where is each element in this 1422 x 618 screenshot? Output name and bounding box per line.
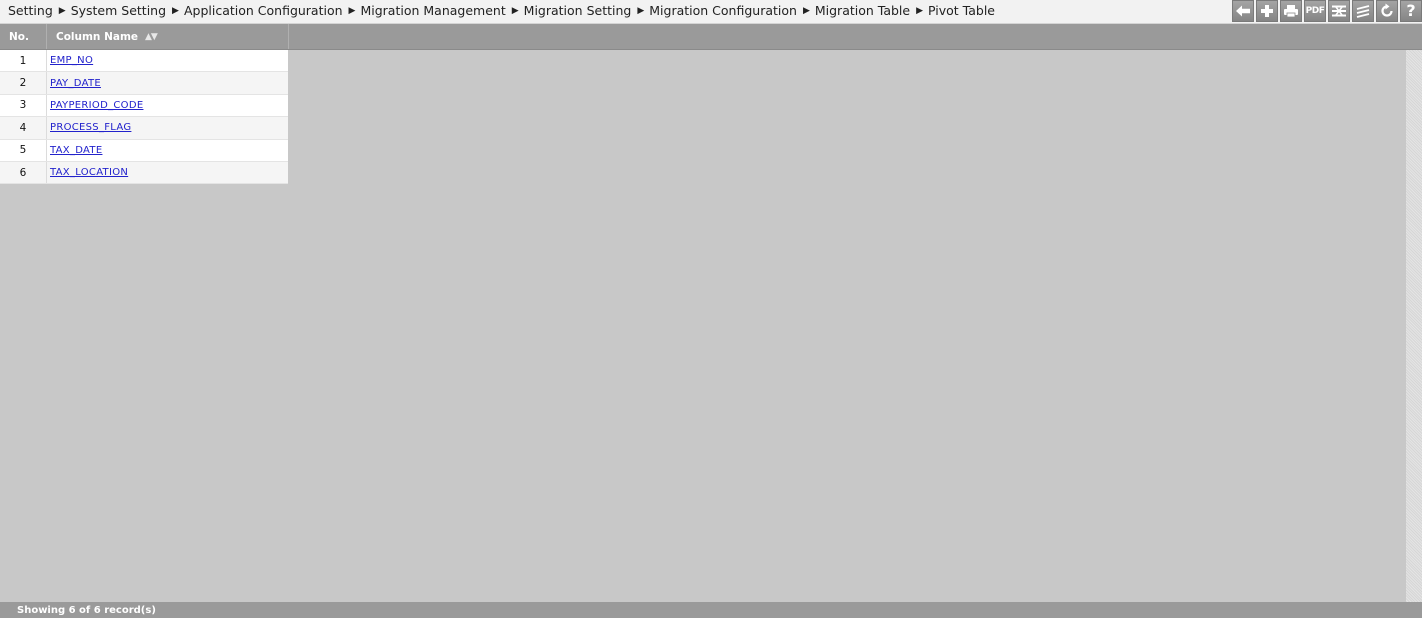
pdf-icon: PDF <box>1305 6 1325 16</box>
column-header-column-name[interactable]: Column Name ▲▼ <box>47 24 289 49</box>
row-number: 5 <box>0 139 47 161</box>
page: Setting ▶ System Setting ▶ Application C… <box>0 0 1422 618</box>
table-row: 1 EMP_NO <box>0 50 288 73</box>
row-column-name-cell: TAX_DATE <box>47 140 288 161</box>
plus-icon <box>1261 5 1273 17</box>
vertical-scrollbar[interactable] <box>1406 50 1422 602</box>
breadcrumb-separator-icon: ▶ <box>172 5 179 16</box>
column-header-no[interactable]: No. <box>0 24 47 49</box>
breadcrumb-item-system-setting[interactable]: System Setting <box>71 3 166 18</box>
column-name-link[interactable]: PROCESS_FLAG <box>50 122 131 133</box>
breadcrumb-separator-icon: ▶ <box>916 5 924 16</box>
breadcrumb-separator-icon: ▶ <box>802 5 810 16</box>
column-name-link[interactable]: EMP_NO <box>50 55 93 66</box>
breadcrumb-separator-icon: ▶ <box>58 5 66 16</box>
breadcrumb: Setting ▶ System Setting ▶ Application C… <box>8 3 995 18</box>
breadcrumb-item-migration-table[interactable]: Migration Table <box>815 3 910 18</box>
table-row: 5 TAX_DATE <box>0 139 288 162</box>
column-name-link[interactable]: TAX_DATE <box>50 145 102 156</box>
column-settings-button[interactable] <box>1328 0 1350 22</box>
refresh-button[interactable] <box>1376 0 1398 22</box>
help-icon: ? <box>1406 1 1416 20</box>
breadcrumb-item-migration-setting[interactable]: Migration Setting <box>524 3 632 18</box>
arrow-left-icon <box>1236 5 1250 17</box>
toolbar: PDF ? <box>1230 0 1422 22</box>
filter-button[interactable] <box>1352 0 1374 22</box>
columns-icon <box>1332 5 1346 17</box>
row-number: 2 <box>0 72 47 94</box>
table-body: 1 EMP_NO 2 PAY_DATE 3 PAYPERIOD_CODE 4 P… <box>0 50 288 185</box>
breadcrumb-separator-icon: ▶ <box>348 5 356 16</box>
table-row: 2 PAY_DATE <box>0 72 288 95</box>
breadcrumb-item-migration-configuration[interactable]: Migration Configuration <box>649 3 797 18</box>
row-column-name-cell: EMP_NO <box>47 50 288 71</box>
status-bar: Showing 6 of 6 record(s) <box>0 602 1422 618</box>
row-number: 6 <box>0 161 47 184</box>
help-button[interactable]: ? <box>1400 0 1422 22</box>
back-button[interactable] <box>1232 0 1254 22</box>
row-number: 4 <box>0 117 47 139</box>
table-row: 4 PROCESS_FLAG <box>0 117 288 140</box>
row-number: 3 <box>0 94 47 117</box>
breadcrumb-separator-icon: ▶ <box>511 5 519 16</box>
breadcrumb-item-migration-management[interactable]: Migration Management <box>360 3 505 18</box>
pdf-button[interactable]: PDF <box>1304 0 1326 22</box>
filter-icon <box>1356 5 1370 18</box>
breadcrumb-separator-icon: ▶ <box>637 5 645 16</box>
row-column-name-cell: PAY_DATE <box>47 72 288 93</box>
row-number: 1 <box>0 50 47 72</box>
column-header-label: Column Name <box>56 30 139 43</box>
top-bar: Setting ▶ System Setting ▶ Application C… <box>0 0 1422 24</box>
add-button[interactable] <box>1256 0 1278 22</box>
column-name-link[interactable]: TAX_LOCATION <box>50 167 128 178</box>
printer-icon <box>1284 5 1298 18</box>
row-column-name-cell: TAX_LOCATION <box>47 162 288 183</box>
refresh-icon <box>1381 3 1393 17</box>
column-name-link[interactable]: PAY_DATE <box>50 78 101 89</box>
row-column-name-cell: PROCESS_FLAG <box>47 117 288 138</box>
breadcrumb-item-pivot-table: Pivot Table <box>928 3 995 18</box>
print-button[interactable] <box>1280 0 1302 22</box>
breadcrumb-item-setting[interactable]: Setting <box>8 3 53 18</box>
column-name-link[interactable]: PAYPERIOD_CODE <box>50 100 143 111</box>
row-column-name-cell: PAYPERIOD_CODE <box>47 95 288 116</box>
sort-arrows-icon[interactable]: ▲▼ <box>145 32 158 42</box>
breadcrumb-item-application-configuration[interactable]: Application Configuration <box>184 3 343 18</box>
table-row: 6 TAX_LOCATION <box>0 161 288 185</box>
record-count: Showing 6 of 6 record(s) <box>17 604 156 616</box>
table-row: 3 PAYPERIOD_CODE <box>0 94 288 118</box>
table-header: No. Column Name ▲▼ <box>0 24 1422 50</box>
